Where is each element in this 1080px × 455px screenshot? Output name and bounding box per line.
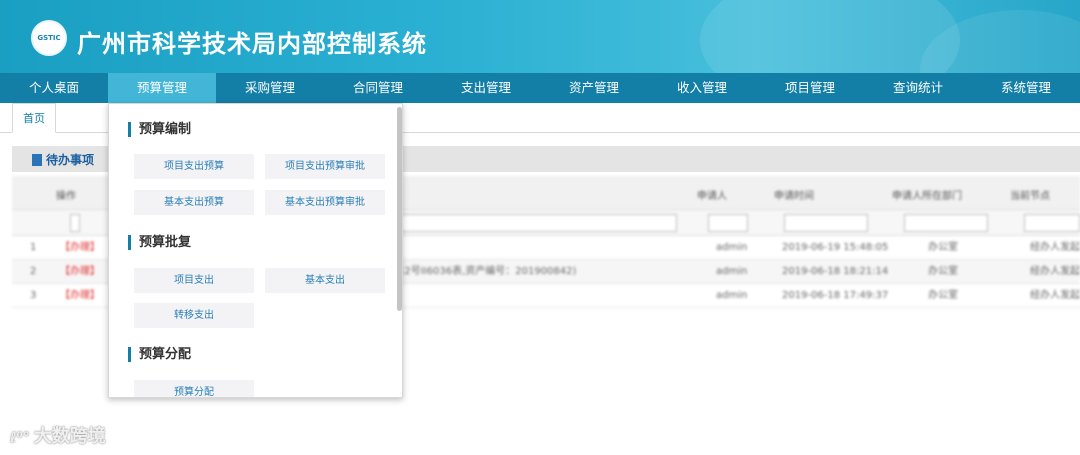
watermark-text: 大数跨境 [33,426,106,447]
nav-item-personal-desktop[interactable]: 个人桌面 [0,73,108,103]
row-node: 经办人发起 [1030,266,1080,277]
document-icon [32,154,42,166]
nav-item-procurement[interactable]: 采购管理 [216,73,324,103]
nav-item-system[interactable]: 系统管理 [972,73,1080,103]
app-title: 广州市科学技术局内部控制系统 [77,30,427,58]
filter-input[interactable] [70,214,80,232]
app-header: GSTIC 广州市科学技术局内部控制系统 [0,0,1080,73]
filter-input[interactable] [392,214,677,232]
menu-item-transfer-expense[interactable]: 转移支出 [134,303,254,328]
col-header-action[interactable]: 操作 [56,187,76,202]
row-applicant: admin [716,266,748,277]
menu-item-basic-expense-budget-approval[interactable]: 基本支出预算审批 [265,190,385,215]
budget-management-dropdown: 预算编制 项目支出预算 项目支出预算审批 基本支出预算 基本支出预算审批 预算批… [108,103,403,398]
row-number: 1 [30,242,37,253]
row-dept: 办公室 [928,242,958,253]
filter-input[interactable] [784,214,868,232]
row-applicant: admin [716,242,748,253]
row-number: 2 [30,266,37,277]
row-applicant: admin [716,290,748,301]
filter-input[interactable] [708,214,748,232]
nav-item-query-stats[interactable]: 查询统计 [864,73,972,103]
row-node: 经办人发起 [1030,242,1080,253]
filter-input[interactable] [904,214,988,232]
row-action-link[interactable]: 【办理】 [60,236,100,260]
menu-item-project-expense[interactable]: 项目支出 [134,268,254,293]
section-title-budget-allocation: 预算分配 [128,347,191,362]
filter-input[interactable] [1024,214,1080,232]
watermark-logo-icon: ℓ⁰° [10,430,30,446]
nav-item-income[interactable]: 收入管理 [648,73,756,103]
dropdown-scrollbar[interactable] [397,107,402,311]
row-time: 2019-06-18 18:21:14 [782,266,889,277]
row-dept: 办公室 [928,290,958,301]
nav-item-budget-management[interactable]: 预算管理 [108,73,216,103]
nav-item-expenditure[interactable]: 支出管理 [432,73,540,103]
menu-item-budget-allocation[interactable]: 预算分配 [134,380,254,397]
section-title-budget-preparation: 预算编制 [128,122,191,137]
menu-item-project-expense-budget-approval[interactable]: 项目支出预算审批 [265,154,385,179]
main-nav: 个人桌面 预算管理 采购管理 合同管理 支出管理 资产管理 收入管理 项目管理 … [0,73,1080,103]
nav-item-contract[interactable]: 合同管理 [324,73,432,103]
row-time: 2019-06-19 15:48:05 [782,242,889,253]
row-description: 12号II6036表,资产编号：201900842) [398,266,577,277]
col-header-applicant[interactable]: 申请人 [697,187,727,202]
col-header-node[interactable]: 当前节点 [1010,187,1050,202]
menu-item-project-expense-budget[interactable]: 项目支出预算 [134,154,254,179]
section-title-budget-approval: 预算批复 [128,235,191,250]
col-header-time[interactable]: 申请时间 [774,187,814,202]
nav-item-projects[interactable]: 项目管理 [756,73,864,103]
todo-panel-title: 待办事项 [32,151,94,168]
row-action-link[interactable]: 【办理】 [60,260,100,284]
tab-home[interactable]: 首页 [12,103,56,133]
gstic-logo: GSTIC [31,20,67,56]
watermark: ℓ⁰° 大数跨境 [10,422,106,448]
row-dept: 办公室 [928,266,958,277]
row-action-link[interactable]: 【办理】 [60,284,100,308]
row-node: 经办人发起 [1030,290,1080,301]
todo-panel-title-text: 待办事项 [46,153,95,167]
menu-item-basic-expense-budget[interactable]: 基本支出预算 [134,190,254,215]
row-time: 2019-06-18 17:49:37 [782,290,889,301]
row-number: 3 [30,290,37,301]
col-header-dept[interactable]: 申请人所在部门 [892,187,962,202]
menu-item-basic-expense[interactable]: 基本支出 [265,268,385,293]
nav-item-assets[interactable]: 资产管理 [540,73,648,103]
